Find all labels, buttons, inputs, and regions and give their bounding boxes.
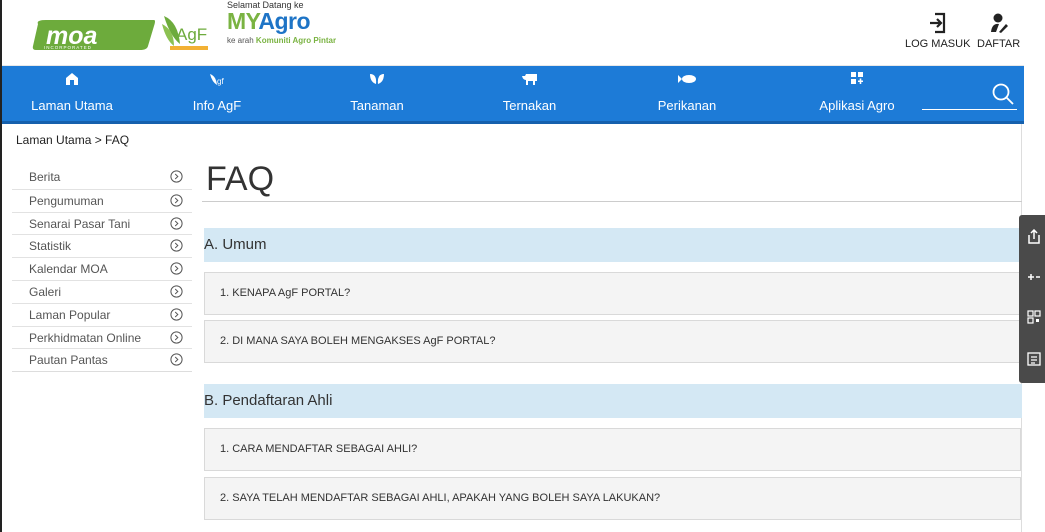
register-link[interactable]: DAFTAR [977,12,1020,50]
login-icon [929,12,945,34]
browser-page: moa INCORPORATED AgF Selamat Datang ke M… [0,0,1024,532]
login-link[interactable]: LOG MASUK [905,12,970,50]
leaf-icon [342,72,412,94]
sidebar: Berita Pengumuman Senarai Pasar Tani Sta… [12,166,192,373]
nav-item-perikanan[interactable]: Perikanan [652,66,722,121]
sidebar-item-label: Pengumuman [29,193,104,208]
sidebar-item-label: Pautan Pantas [29,353,108,368]
page-title: FAQ [206,160,275,198]
chevron-right-icon [170,239,183,252]
home-icon [22,72,122,94]
site-header: moa INCORPORATED AgF Selamat Datang ke M… [2,0,1024,66]
nav-label: Laman Utama [31,98,113,113]
sitemap-icon[interactable] [1026,351,1042,367]
svg-text:gf: gf [217,77,224,86]
sidebar-item-statistik[interactable]: Statistik [12,234,192,257]
chevron-right-icon [170,170,183,183]
search-input[interactable] [922,80,1017,110]
nav-item-info-agf[interactable]: gf Info AgF [187,66,247,121]
sidebar-item-berita[interactable]: Berita [12,166,192,189]
nav-label: Tanaman [350,98,404,113]
register-label: DAFTAR [977,38,1021,50]
qr-code-icon[interactable] [1026,309,1042,325]
nav-item-tanaman[interactable]: Tanaman [342,66,412,121]
apps-icon [812,72,902,94]
font-size-icon[interactable] [1026,269,1042,285]
share-icon[interactable] [1026,229,1042,245]
cow-icon [497,72,562,94]
chevron-right-icon [170,285,183,298]
sidebar-item-label: Kalendar MOA [29,262,108,277]
sidebar-item-perkhidmatan-online[interactable]: Perkhidmatan Online [12,325,192,349]
sidebar-item-galeri[interactable]: Galeri [12,279,192,303]
chevron-right-icon [170,308,183,321]
nav-item-laman-utama[interactable]: Laman Utama [22,66,122,121]
sidebar-item-kalendar-moa[interactable]: Kalendar MOA [12,257,192,280]
agf-logo-text: AgF [176,25,207,44]
sidebar-item-pengumuman[interactable]: Pengumuman [12,188,192,212]
myagro-logo[interactable]: Selamat Datang ke MYAgro ke arah Komunit… [222,0,352,50]
title-divider [202,201,1022,202]
chevron-right-icon [170,216,183,230]
search-icon[interactable] [991,82,1015,106]
myagro-brand: MYAgro [227,8,311,34]
sidebar-item-label: Laman Popular [29,307,111,322]
faq-question[interactable]: 1. KENAPA AgF PORTAL? [204,272,1021,315]
chevron-right-icon [170,262,183,275]
nav-item-aplikasi-agro[interactable]: Aplikasi Agro [812,66,902,121]
chevron-right-icon [170,194,183,207]
sidebar-item-laman-popular[interactable]: Laman Popular [12,302,192,326]
user-edit-icon [990,13,1008,33]
faq-question[interactable]: 2. DI MANA SAYA BOLEH MENGAKSES AgF PORT… [204,320,1021,363]
agf-icon: gf [187,72,247,94]
nav-label: Ternakan [502,98,557,113]
login-label: LOG MASUK [905,38,971,50]
sidebar-item-pautan-pantas[interactable]: Pautan Pantas [12,348,192,371]
myagro-tagline: ke arah Komuniti Agro Pintar [227,36,337,45]
faq-question[interactable]: 1. CARA MENDAFTAR SEBAGAI AHLI? [204,428,1021,471]
moa-logo-subtext: INCORPORATED [44,45,92,50]
sidebar-item-label: Statistik [29,239,72,254]
nav-label: Aplikasi Agro [819,98,895,113]
main-nav: Laman Utama gf Info AgF Tanaman Ternakan… [2,66,1024,124]
floating-toolbar [1019,215,1045,383]
faq-question[interactable]: 2. SAYA TELAH MENDAFTAR SEBAGAI AHLI, AP… [204,477,1021,520]
nav-item-ternakan[interactable]: Ternakan [497,66,562,121]
breadcrumb[interactable]: Laman Utama > FAQ [16,133,129,147]
moa-logo[interactable]: moa INCORPORATED [32,20,157,50]
nav-label: Perikanan [657,98,717,113]
sidebar-item-label: Berita [29,170,61,184]
chevron-right-icon [170,330,183,344]
section-heading-umum: A. Umum [204,228,1022,262]
sidebar-item-senarai-pasar-tani[interactable]: Senarai Pasar Tani [12,211,192,235]
sidebar-item-label: Galeri [29,284,62,299]
agf-logo[interactable]: AgF [160,10,210,52]
nav-label: Info AgF [192,98,242,113]
sidebar-item-label: Perkhidmatan Online [29,330,142,345]
sidebar-item-label: Senarai Pasar Tani [29,216,131,231]
fish-icon [652,72,722,94]
chevron-right-icon [170,353,183,366]
section-heading-pendaftaran-ahli: B. Pendaftaran Ahli [204,384,1022,418]
